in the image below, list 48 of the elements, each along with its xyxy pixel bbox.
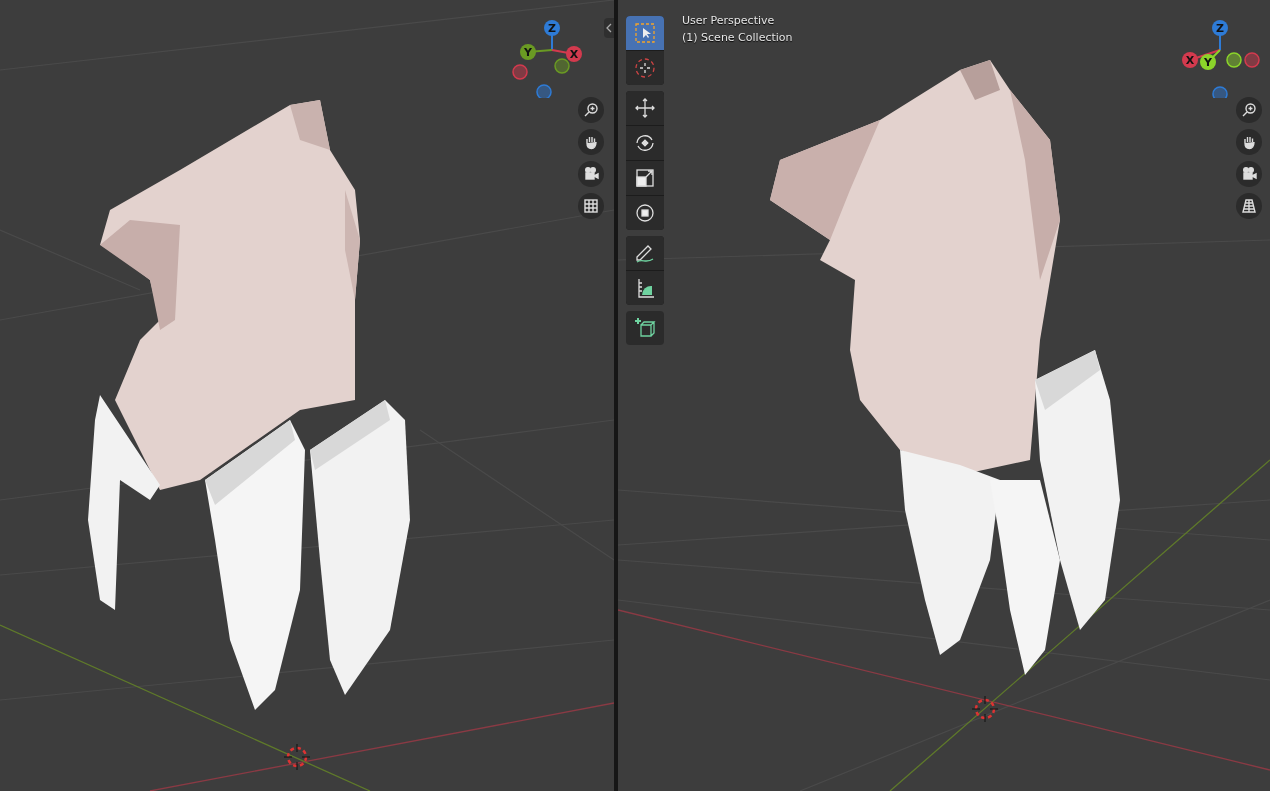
sidebar-toggle[interactable] — [604, 18, 614, 38]
navigation-button[interactable] — [1236, 161, 1262, 187]
tool-button[interactable] — [626, 271, 664, 305]
axis-handle[interactable]: Z — [1212, 20, 1228, 36]
negative-axis-handle[interactable] — [1244, 52, 1260, 68]
viewport-panel[interactable]: Z Y X — [0, 0, 614, 791]
select-box-icon — [633, 21, 657, 45]
axis-handle[interactable]: Z — [544, 20, 560, 36]
tool-button[interactable] — [626, 236, 664, 270]
perspective-grid-icon — [1241, 198, 1257, 214]
axis-handle[interactable]: X — [566, 46, 582, 62]
scale-icon — [633, 166, 657, 190]
negative-axis-handle[interactable] — [1226, 52, 1242, 68]
navigation-button[interactable] — [1236, 193, 1262, 219]
negative-axis-handle[interactable] — [512, 64, 528, 80]
hand-icon — [1241, 134, 1257, 150]
move-arrows-icon — [633, 96, 657, 120]
zoom-icon — [1241, 102, 1257, 118]
navigation-button[interactable] — [1236, 97, 1262, 123]
transform-icon — [633, 201, 657, 225]
navigation-button[interactable] — [578, 161, 604, 187]
viewport-label: User Perspective — [682, 14, 776, 27]
hand-icon — [583, 134, 599, 150]
tool-button[interactable] — [626, 161, 664, 195]
negative-axis-handle[interactable] — [1212, 86, 1228, 98]
navigation-button[interactable] — [1236, 129, 1262, 155]
axis-handle[interactable]: Y — [1200, 54, 1216, 70]
tool-button[interactable] — [626, 196, 664, 230]
navigation-button[interactable] — [578, 97, 604, 123]
axis-handle[interactable]: X — [1182, 52, 1198, 68]
camera-icon — [583, 166, 599, 182]
axis-handle[interactable]: Y — [520, 44, 536, 60]
add-cube-icon — [633, 316, 657, 340]
chevron-left-icon — [606, 23, 612, 33]
crosshair-icon — [633, 56, 657, 80]
negative-axis-handle[interactable] — [536, 84, 552, 98]
zoom-icon — [583, 102, 599, 118]
tool-button[interactable] — [626, 126, 664, 160]
negative-axis-handle[interactable] — [554, 58, 570, 74]
3d-cursor-icon — [283, 743, 311, 771]
viewport-label: (1) Scene Collection — [682, 31, 793, 44]
navigation-button[interactable] — [578, 193, 604, 219]
camera-icon — [1241, 166, 1257, 182]
navigation-button[interactable] — [578, 129, 604, 155]
tool-button[interactable] — [626, 91, 664, 125]
grid-icon — [583, 198, 599, 214]
tool-button[interactable] — [626, 311, 664, 345]
3d-cursor-icon — [971, 695, 999, 723]
